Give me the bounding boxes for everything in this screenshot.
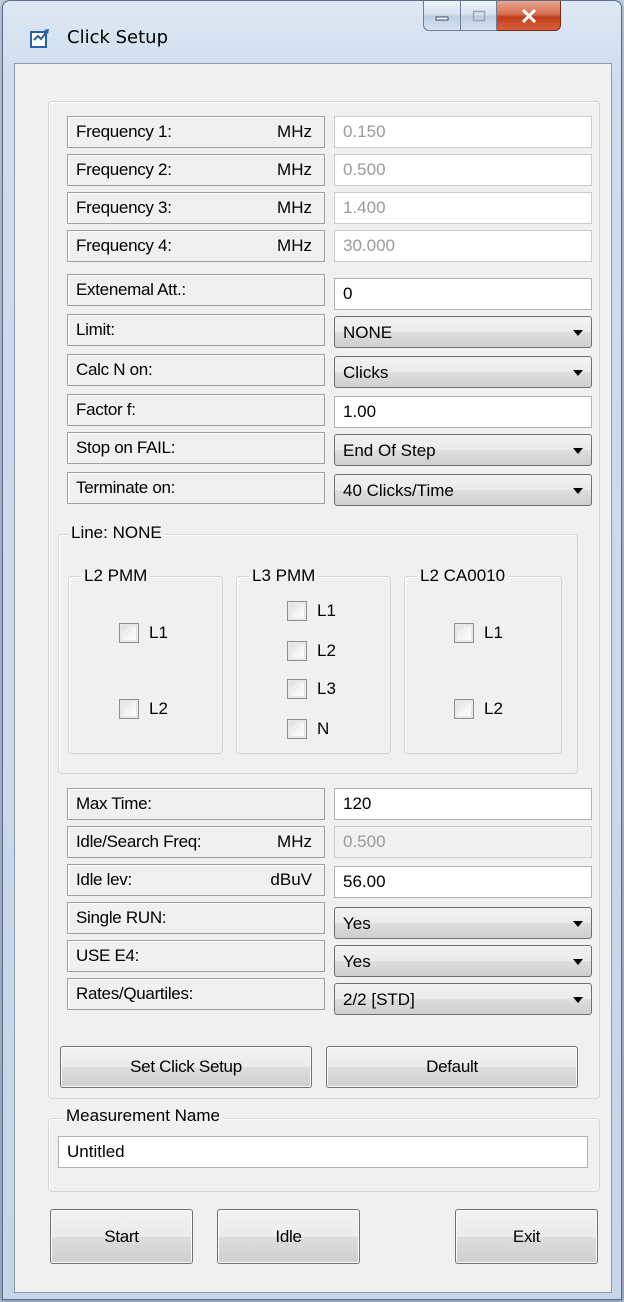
maximize-icon: [472, 10, 485, 21]
calc-n-on-label: Calc N on:: [67, 354, 325, 386]
idle-lev-input[interactable]: 56.00: [334, 866, 592, 898]
single-run-label: Single RUN:: [67, 902, 325, 934]
l2-ca0010-title: L2 CA0010: [417, 566, 509, 586]
l3-pmm-l2-checkbox[interactable]: L2: [287, 641, 336, 661]
checkbox-box[interactable]: [287, 601, 307, 621]
factor-f-label: Factor f:: [67, 394, 325, 426]
measurement-name-input[interactable]: Untitled: [58, 1136, 588, 1168]
start-button[interactable]: Start: [50, 1209, 193, 1264]
factor-f-input[interactable]: 1.00: [334, 396, 592, 428]
checkbox-box[interactable]: [119, 623, 139, 643]
frequency-3-label: Frequency 3: MHz: [67, 192, 325, 224]
checkbox-box[interactable]: [287, 679, 307, 699]
terminate-on-label: Terminate on:: [67, 472, 325, 504]
frequency-4-field[interactable]: 30.000: [334, 230, 592, 262]
close-button[interactable]: [497, 1, 561, 31]
checkbox-box[interactable]: [454, 623, 474, 643]
chevron-down-icon: [573, 959, 583, 965]
rates-quartiles-label: Rates/Quartiles:: [67, 978, 325, 1010]
set-click-setup-button[interactable]: Set Click Setup: [60, 1046, 312, 1088]
checkbox-box[interactable]: [287, 719, 307, 739]
click-setup-window: Click Setup Frequency 1: MHz 0.150 Frequ…: [2, 0, 622, 1300]
limit-label: Limit:: [67, 314, 325, 346]
minimize-icon: [435, 16, 449, 20]
minimize-button[interactable]: [423, 1, 461, 31]
line-group-title: Line: NONE: [68, 523, 165, 543]
caption-buttons: [423, 1, 561, 31]
l2-ca0010-group: [404, 576, 562, 754]
chevron-down-icon: [573, 921, 583, 927]
dialog-client-area: Frequency 1: MHz 0.150 Frequency 2: MHz …: [14, 63, 612, 1293]
close-icon: [521, 8, 536, 23]
chevron-down-icon: [573, 330, 583, 336]
chevron-down-icon: [573, 997, 583, 1003]
checkbox-box[interactable]: [119, 699, 139, 719]
maximize-button[interactable]: [461, 1, 497, 31]
chevron-down-icon: [573, 488, 583, 494]
l2-ca0010-l1-checkbox[interactable]: L1: [454, 623, 503, 643]
l3-pmm-n-checkbox[interactable]: N: [287, 719, 329, 739]
frequency-3-field[interactable]: 1.400: [334, 192, 592, 224]
l2-pmm-group: [68, 576, 223, 754]
idle-search-freq-label: Idle/Search Freq: MHz: [67, 826, 325, 858]
checkbox-box[interactable]: [287, 641, 307, 661]
exit-button[interactable]: Exit: [455, 1209, 598, 1264]
l3-pmm-l1-checkbox[interactable]: L1: [287, 601, 336, 621]
frequency-1-label: Frequency 1: MHz: [67, 116, 325, 148]
idle-lev-label: Idle lev: dBuV: [67, 864, 325, 896]
stop-on-fail-label: Stop on FAIL:: [67, 432, 325, 464]
terminate-on-select[interactable]: 40 Clicks/Time: [334, 474, 592, 506]
default-button[interactable]: Default: [326, 1046, 578, 1088]
max-time-input[interactable]: 120: [334, 788, 592, 820]
frequency-4-label: Frequency 4: MHz: [67, 230, 325, 262]
external-att-input[interactable]: 0: [334, 278, 592, 310]
l2-pmm-l2-checkbox[interactable]: L2: [119, 699, 168, 719]
use-e4-select[interactable]: Yes: [334, 945, 592, 977]
stop-on-fail-select[interactable]: End Of Step: [334, 434, 592, 466]
l2-pmm-l1-checkbox[interactable]: L1: [119, 623, 168, 643]
external-att-label: Extenemal Att.:: [67, 274, 325, 306]
checkbox-box[interactable]: [454, 699, 474, 719]
idle-search-freq-field[interactable]: 0.500: [334, 826, 592, 858]
idle-button[interactable]: Idle: [217, 1209, 360, 1264]
l2-ca0010-l2-checkbox[interactable]: L2: [454, 699, 503, 719]
limit-select[interactable]: NONE: [334, 316, 592, 348]
chevron-down-icon: [573, 370, 583, 376]
app-icon: [30, 29, 49, 48]
window-title: Click Setup: [67, 27, 169, 48]
l3-pmm-l3-checkbox[interactable]: L3: [287, 679, 336, 699]
frequency-2-field[interactable]: 0.500: [334, 154, 592, 186]
l3-pmm-title: L3 PMM: [249, 566, 319, 586]
l2-pmm-title: L2 PMM: [81, 566, 151, 586]
chevron-down-icon: [573, 448, 583, 454]
frequency-1-field[interactable]: 0.150: [334, 116, 592, 148]
use-e4-label: USE E4:: [67, 940, 325, 972]
single-run-select[interactable]: Yes: [334, 907, 592, 939]
measurement-name-title: Measurement Name: [63, 1106, 224, 1126]
rates-quartiles-select[interactable]: 2/2 [STD]: [334, 983, 592, 1015]
title-bar[interactable]: Click Setup: [3, 1, 621, 63]
calc-n-on-select[interactable]: Clicks: [334, 356, 592, 388]
frequency-2-label: Frequency 2: MHz: [67, 154, 325, 186]
max-time-label: Max Time:: [67, 788, 325, 820]
